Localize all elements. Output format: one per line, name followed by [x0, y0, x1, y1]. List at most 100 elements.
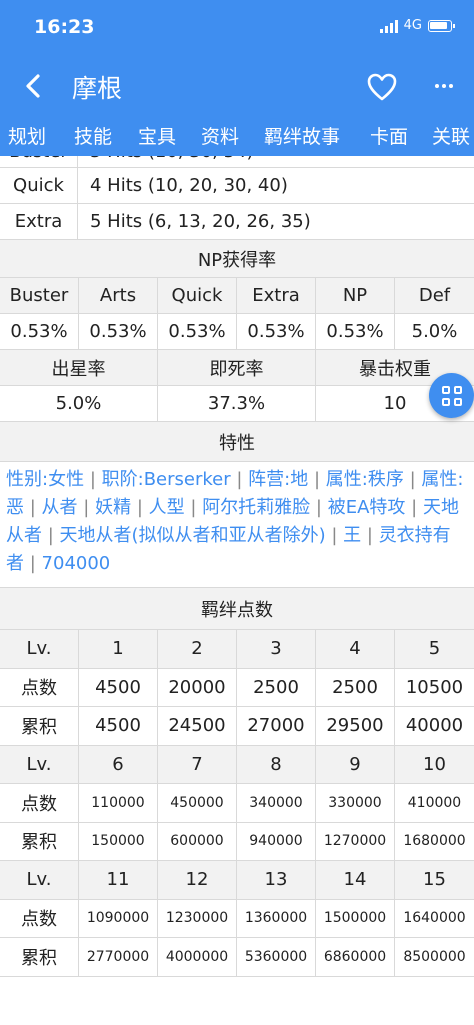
trait-separator: | — [411, 497, 418, 518]
bond-level-cell: 13 — [237, 861, 316, 900]
np-value: 0.53% — [316, 314, 395, 350]
bond-level-cell: 5 — [395, 630, 474, 669]
bond-points-label: 点数 — [0, 899, 79, 938]
network-type: 4G — [403, 18, 422, 33]
np-value: 0.53% — [158, 314, 237, 350]
grid-icon[interactable] — [429, 373, 474, 418]
tab-card-art[interactable]: 卡面 — [370, 122, 408, 149]
bond-level-cell: 8 — [237, 745, 316, 784]
bond-level-cell: 2 — [158, 630, 237, 669]
bond-total-label: 累积 — [0, 938, 79, 977]
tab-skills[interactable]: 技能 — [74, 122, 112, 149]
tab-bar: 规划 技能 宝具 资料 羁绊故事 卡面 关联 — [0, 116, 474, 156]
trait-link[interactable]: 属性:秩序 — [326, 469, 404, 490]
bond-level-cell: 4 — [316, 630, 395, 669]
trait-separator: | — [89, 469, 96, 490]
bond-total-cell: 4000000 — [158, 938, 237, 977]
bond-total-cell: 40000 — [395, 707, 474, 746]
np-value: 0.53% — [79, 314, 158, 350]
bond-total-cell: 5360000 — [237, 938, 316, 977]
bond-points-cell: 110000 — [79, 784, 158, 823]
bond-points-cell: 410000 — [395, 784, 474, 823]
chevron-left-icon[interactable] — [18, 70, 50, 102]
hits-label: Quick — [0, 168, 78, 204]
trait-link[interactable]: 天地从者(拟似从者和亚从者除外) — [60, 525, 326, 546]
trait-link[interactable]: 人型 — [149, 497, 185, 518]
more-dots-icon[interactable] — [430, 72, 458, 100]
bond-level-cell: 10 — [395, 745, 474, 784]
bond-total-cell: 27000 — [237, 707, 316, 746]
np-header: NP — [316, 278, 395, 314]
hits-label: Buster — [0, 156, 78, 168]
bond-total-cell: 150000 — [79, 822, 158, 861]
bond-total-cell: 24500 — [158, 707, 237, 746]
bond-level-cell: 11 — [79, 861, 158, 900]
np-header: Quick — [158, 278, 237, 314]
trait-link[interactable]: 704000 — [42, 553, 111, 574]
bond-total-cell: 600000 — [158, 822, 237, 861]
star-header: 即死率 — [158, 350, 316, 386]
bond-total-cell: 1270000 — [316, 822, 395, 861]
bond-points-cell: 2500 — [316, 668, 395, 707]
bond-level-label: Lv. — [0, 861, 79, 900]
bond-level-cell: 3 — [237, 630, 316, 669]
heart-icon[interactable] — [366, 72, 398, 102]
bond-points-cell: 1640000 — [395, 900, 474, 938]
status-bar: 16:23 4G — [0, 0, 474, 56]
trait-link[interactable]: 妖精 — [95, 497, 131, 518]
trait-separator: | — [190, 497, 197, 518]
bond-total-cell: 8500000 — [395, 938, 474, 977]
hits-value: 5 Hits (10, 30, 54) — [78, 156, 474, 168]
bond-points-cell: 450000 — [158, 784, 237, 823]
trait-link[interactable]: 王 — [343, 525, 361, 546]
trait-link[interactable]: 阿尔托莉雅脸 — [202, 497, 310, 518]
np-header: Arts — [79, 278, 158, 314]
trait-separator: | — [29, 497, 36, 518]
star-header: 出星率 — [0, 350, 158, 386]
profile-content[interactable]: Buster 5 Hits (10, 30, 54) Quick 4 Hits … — [0, 156, 474, 1025]
tab-related[interactable]: 关联 — [432, 122, 470, 149]
bond-points-cell: 4500 — [79, 668, 158, 707]
bond-total-cell: 2770000 — [79, 938, 158, 977]
trait-link[interactable]: 从者 — [42, 497, 78, 518]
bond-level-cell: 15 — [395, 861, 474, 900]
trait-separator: | — [366, 525, 373, 546]
bond-level-label: Lv. — [0, 745, 79, 784]
tab-profile[interactable]: 资料 — [201, 122, 239, 149]
star-value: 37.3% — [158, 386, 316, 422]
hits-label: Extra — [0, 204, 78, 240]
page-title: 摩根 — [72, 74, 123, 103]
bond-points-cell: 2500 — [237, 668, 316, 707]
trait-separator: | — [47, 525, 54, 546]
star-value: 5.0% — [0, 386, 158, 422]
trait-separator: | — [236, 469, 243, 490]
bond-level-cell: 14 — [316, 861, 395, 900]
tab-noble-phantasm[interactable]: 宝具 — [138, 122, 176, 149]
bond-level-cell: 9 — [316, 745, 395, 784]
tab-bond-story[interactable]: 羁绊故事 — [264, 122, 340, 149]
bond-points-cell: 1230000 — [158, 899, 237, 938]
signal-icon — [379, 19, 398, 33]
trait-link[interactable]: 性别:女性 — [6, 469, 84, 490]
trait-separator: | — [315, 497, 322, 518]
np-value: 5.0% — [395, 314, 474, 350]
np-header: Def — [395, 278, 474, 314]
bond-total-cell: 1680000 — [395, 823, 474, 861]
np-value: 0.53% — [0, 314, 79, 350]
traits-list: 性别:女性 | 职阶:Berserker | 阵营:地 | 属性:秩序 | 属性… — [0, 462, 474, 588]
status-indicators: 4G — [379, 18, 455, 33]
trait-separator: | — [331, 525, 338, 546]
bond-points-label: 点数 — [0, 784, 79, 823]
bond-level-cell: 7 — [158, 745, 237, 784]
trait-link[interactable]: 阵营:地 — [248, 469, 308, 490]
tab-planning[interactable]: 规划 — [8, 122, 46, 149]
trait-link[interactable]: 职阶:Berserker — [102, 469, 231, 490]
bond-total-cell: 940000 — [237, 822, 316, 861]
status-time: 16:23 — [34, 16, 95, 38]
np-header: Extra — [237, 278, 316, 314]
bond-points-cell: 340000 — [237, 784, 316, 823]
app-bar: 摩根 — [0, 56, 474, 116]
trait-link[interactable]: 被EA特攻 — [328, 497, 406, 518]
bond-points-cell: 10500 — [395, 669, 474, 707]
trait-separator: | — [83, 497, 90, 518]
